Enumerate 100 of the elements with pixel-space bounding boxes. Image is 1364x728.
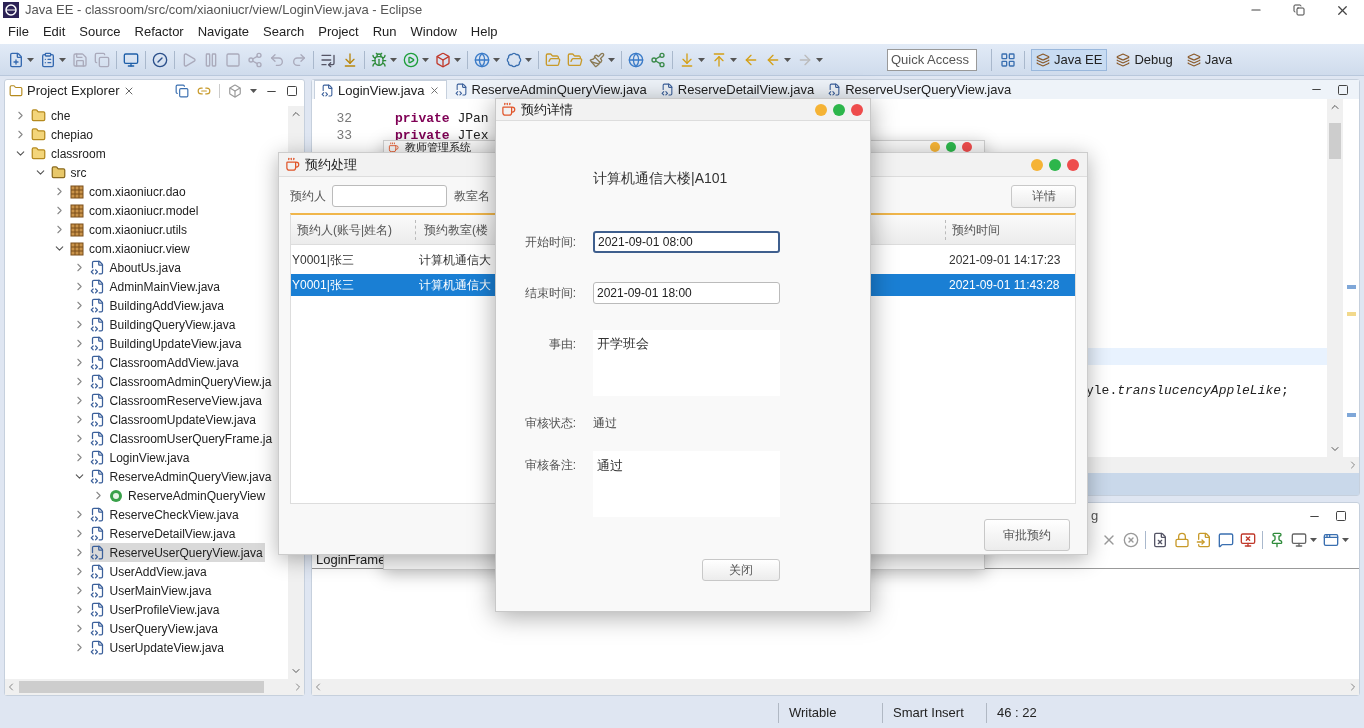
- tree-item[interactable]: ClassroomReserveView.java: [89, 391, 264, 410]
- tree-item[interactable]: UserUpdateView.java: [89, 638, 226, 657]
- dropdown-caret-icon[interactable]: [525, 57, 532, 62]
- scroll-thumb[interactable]: [19, 681, 264, 693]
- column-header[interactable]: 预约教室(楼: [424, 220, 488, 239]
- reason-field[interactable]: 开学班会: [593, 330, 780, 396]
- monitor-icon[interactable]: [1240, 532, 1256, 548]
- tree-item[interactable]: classroom: [31, 144, 108, 163]
- link-icon[interactable]: [197, 84, 211, 98]
- end-time-field[interactable]: 2021-09-01 18:00: [593, 282, 780, 304]
- monitor-icon[interactable]: [1291, 532, 1307, 548]
- editor-tab[interactable]: ReserveAdminQueryView.java: [448, 80, 653, 99]
- menu-item[interactable]: Window: [410, 22, 457, 42]
- tree-item[interactable]: LoginView.java: [89, 448, 192, 467]
- minimize-button[interactable]: [930, 142, 940, 152]
- globe-icon[interactable]: [628, 51, 644, 68]
- dropdown-caret-icon[interactable]: [784, 57, 791, 62]
- bug-icon[interactable]: [371, 51, 387, 68]
- brush-icon[interactable]: [589, 51, 605, 68]
- maximize-button[interactable]: [833, 103, 845, 116]
- play-icon[interactable]: [181, 51, 197, 68]
- slash-circle-icon[interactable]: [152, 51, 168, 68]
- dropdown-caret-icon[interactable]: [816, 57, 823, 62]
- file-icon[interactable]: [1152, 532, 1168, 548]
- overview-mark[interactable]: [1346, 285, 1356, 289]
- nodes-icon[interactable]: [247, 51, 263, 68]
- tree-item[interactable]: ReserveAdminQueryView: [109, 486, 268, 505]
- box-icon[interactable]: [435, 51, 451, 68]
- horizontal-scrollbar[interactable]: [312, 679, 1359, 695]
- dropdown-caret-icon[interactable]: [390, 57, 397, 62]
- lock-icon[interactable]: [1174, 532, 1190, 548]
- overview-mark[interactable]: [1346, 413, 1356, 417]
- perspective-button[interactable]: Debug: [1111, 48, 1178, 71]
- editor-tab[interactable]: LoginView.java: [314, 80, 447, 99]
- person-field[interactable]: [332, 185, 447, 207]
- tree-item[interactable]: ReserveCheckView.java: [89, 505, 241, 524]
- vertical-scrollbar[interactable]: [1327, 99, 1343, 457]
- pin-icon[interactable]: [1269, 532, 1285, 548]
- open-perspective-icon[interactable]: [1000, 51, 1016, 68]
- tree-item[interactable]: ClassroomUpdateView.java: [89, 410, 259, 429]
- redo-icon[interactable]: [291, 51, 307, 68]
- tree-item[interactable]: com.xiaoniucr.view: [70, 239, 192, 258]
- tree-item[interactable]: BuildingUpdateView.java: [89, 334, 244, 353]
- horizontal-scrollbar[interactable]: [5, 679, 304, 695]
- tree-item[interactable]: ReserveUserQueryView.java: [89, 543, 265, 562]
- minimize-button[interactable]: [815, 103, 827, 116]
- tree-item[interactable]: UserProfileView.java: [89, 600, 222, 619]
- tree-item[interactable]: ClassroomUserQueryFrame.ja: [89, 429, 275, 448]
- menu-item[interactable]: Edit: [42, 22, 66, 42]
- menu-item[interactable]: Run: [372, 22, 397, 42]
- tree-item[interactable]: src: [50, 163, 89, 182]
- dropdown-caret-icon[interactable]: [1310, 538, 1317, 542]
- dropdown-caret-icon[interactable]: [250, 89, 257, 93]
- monitor-icon[interactable]: [123, 51, 139, 68]
- scroll-thumb[interactable]: [1329, 123, 1341, 159]
- share-icon[interactable]: [650, 51, 666, 68]
- undo-icon[interactable]: [269, 51, 285, 68]
- start-time-field[interactable]: 2021-09-01 08:00: [593, 231, 780, 253]
- dropdown-caret-icon[interactable]: [59, 57, 66, 62]
- menu-item[interactable]: Project: [318, 22, 359, 42]
- new-file-icon[interactable]: [8, 51, 24, 68]
- editor-tab[interactable]: ReserveUserQueryView.java: [822, 80, 1018, 99]
- tree-item[interactable]: BuildingQueryView.java: [89, 315, 238, 334]
- view-tab[interactable]: Project Explorer: [9, 81, 136, 101]
- remark-field[interactable]: 通过: [593, 451, 780, 517]
- close-icon[interactable]: [428, 84, 440, 96]
- close-button[interactable]: [1067, 158, 1079, 171]
- dropdown-caret-icon[interactable]: [27, 57, 34, 62]
- tree-item[interactable]: ReserveAdminQueryView.java: [89, 467, 274, 486]
- details-button[interactable]: 详情: [1011, 184, 1076, 208]
- globe-icon[interactable]: [474, 51, 490, 68]
- menu-item[interactable]: Refactor: [134, 22, 184, 42]
- remove-all-icon[interactable]: [1123, 532, 1139, 548]
- maximize-icon[interactable]: [286, 85, 298, 97]
- editor-tab[interactable]: ReserveDetailView.java: [654, 80, 821, 99]
- tree-item[interactable]: UserQueryView.java: [89, 619, 220, 638]
- dropdown-caret-icon[interactable]: [1342, 538, 1349, 542]
- minimize-button[interactable]: [1031, 158, 1043, 171]
- perspective-button[interactable]: Java: [1181, 48, 1238, 71]
- window-icon[interactable]: [1323, 532, 1339, 548]
- restore-icon[interactable]: [1293, 4, 1305, 16]
- tree-item[interactable]: chepiao: [31, 125, 96, 144]
- tree-item[interactable]: che: [31, 106, 73, 125]
- menu-item[interactable]: Source: [79, 22, 121, 42]
- folder-icon[interactable]: [545, 51, 561, 68]
- tree-item[interactable]: BuildingAddView.java: [89, 296, 227, 315]
- clipboard-icon[interactable]: [40, 51, 56, 68]
- column-header[interactable]: 预约人(账号|姓名): [297, 220, 393, 239]
- tree-item[interactable]: com.xiaoniucr.model: [70, 201, 201, 220]
- maximize-icon[interactable]: [1337, 83, 1349, 96]
- column-header[interactable]: 预约时间: [952, 220, 1000, 239]
- tree-item[interactable]: ReserveDetailView.java: [89, 524, 238, 543]
- dropdown-caret-icon[interactable]: [454, 57, 461, 62]
- tree-item[interactable]: com.xiaoniucr.dao: [70, 182, 188, 201]
- quick-access-field[interactable]: Quick Access: [887, 48, 977, 71]
- tree-item[interactable]: AboutUs.java: [89, 258, 183, 277]
- tree-item[interactable]: com.xiaoniucr.utils: [70, 220, 190, 239]
- close-button[interactable]: 关闭: [702, 559, 780, 581]
- perspective-button[interactable]: Java EE: [1031, 48, 1108, 71]
- approve-button[interactable]: 审批预约: [984, 519, 1070, 551]
